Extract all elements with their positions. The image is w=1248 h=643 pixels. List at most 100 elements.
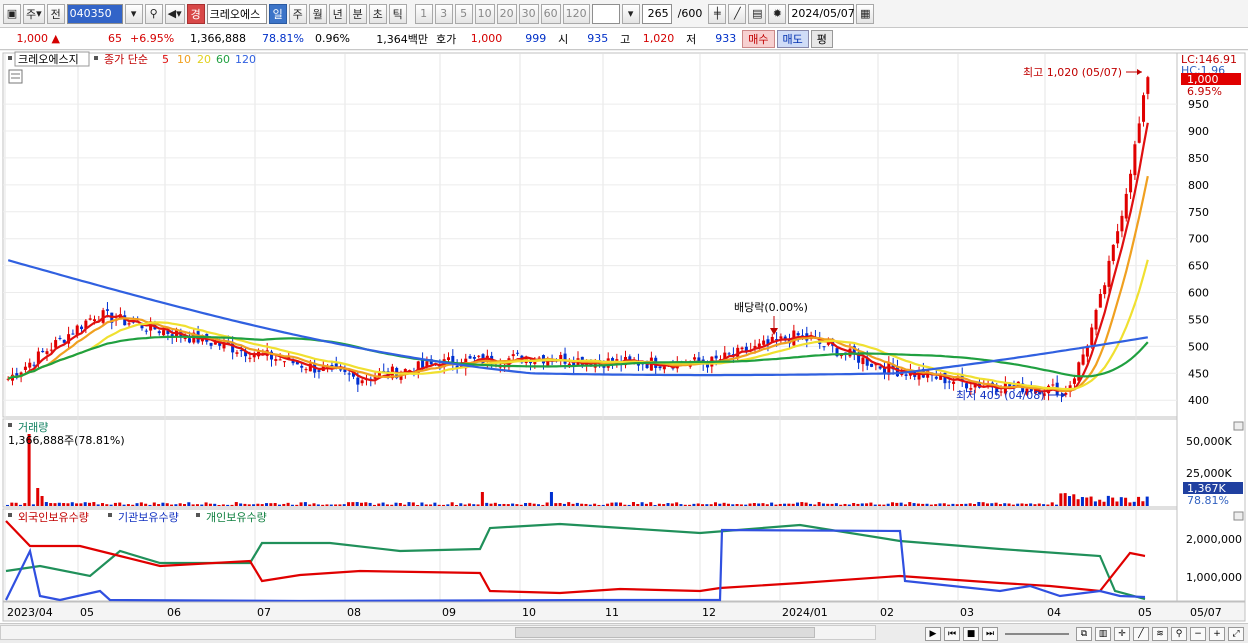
period-day-tab[interactable]: 일 (268, 3, 287, 24)
panel-handle-icon[interactable] (8, 56, 12, 60)
chart-area[interactable]: 크레오에스지 종가 단순 5 10 20 60 120 950 900 850 800… (0, 51, 1248, 623)
volume-bar (1024, 503, 1028, 506)
search-icon[interactable]: ⚲ (144, 3, 163, 24)
zoom-in-icon[interactable]: + (1209, 626, 1225, 641)
count-input[interactable]: 265 (641, 3, 672, 24)
crosshair-icon[interactable]: ✛ (1114, 626, 1130, 641)
volume-bar (571, 503, 575, 506)
custom-interval-input[interactable] (591, 3, 620, 24)
volume-bar (679, 504, 683, 506)
holding-panel-handle-icon[interactable] (8, 513, 12, 517)
volume-panel-close-icon[interactable] (1233, 421, 1244, 431)
code-dropdown-icon[interactable]: ▾ (124, 3, 143, 24)
type-select[interactable]: 주 ▾ (23, 3, 45, 24)
zoom-slider[interactable] (1005, 632, 1069, 635)
zoom-out-icon[interactable]: − (1190, 626, 1206, 641)
layout-icon[interactable]: ▥ (1095, 626, 1111, 641)
volume-bar (524, 502, 528, 506)
stock-code-input[interactable]: 040350 (66, 3, 123, 24)
fib-icon[interactable]: ≋ (1152, 626, 1168, 641)
candle-body (1116, 231, 1120, 244)
multiplier-5[interactable]: 5 (454, 3, 473, 24)
candle-body (822, 346, 826, 348)
candle-body (628, 356, 632, 360)
volume-bar (161, 502, 165, 506)
period-week-tab[interactable]: 주 (288, 3, 307, 24)
volume-bar (675, 502, 679, 506)
scroll-right-icon[interactable]: ▶ (925, 626, 941, 641)
candle-body (1137, 123, 1141, 143)
calculator-icon[interactable] (8, 69, 23, 84)
scroll-thumb[interactable] (515, 627, 815, 638)
volume-bar (1072, 494, 1076, 506)
candle-body (740, 347, 744, 350)
sell-button[interactable]: 매도 (776, 29, 809, 48)
volume-bar (148, 504, 152, 506)
candle-body (1103, 285, 1107, 295)
volume-bar (662, 504, 666, 506)
candle-body (779, 336, 783, 339)
prev-button[interactable]: 전 (46, 3, 65, 24)
chart-scrollbar[interactable] (0, 625, 876, 640)
draw-line-icon[interactable]: ╱ (728, 3, 747, 24)
candle-body (1120, 215, 1124, 232)
calendar-icon[interactable]: ▦ (856, 3, 875, 24)
trend-icon[interactable]: ╱ (1133, 626, 1149, 641)
main-toolbar: ▣ 주 ▾ 전 040350 ▾ ⚲ ◀▾ 경 크레오에스 일 주 월 년 분 초… (0, 0, 1248, 28)
jump-start-icon[interactable]: ⏮ (944, 626, 960, 641)
expand-icon[interactable]: ⤢ (1228, 626, 1244, 641)
open-label: 시 (558, 32, 569, 46)
volume-panel-handle-icon[interactable] (8, 423, 12, 427)
volume-bar (178, 503, 182, 506)
date-input[interactable]: 2024/05/07 (788, 3, 855, 24)
multiplier-10[interactable]: 10 (474, 3, 495, 24)
volume-bar (960, 503, 964, 506)
volume-bar (83, 502, 87, 506)
save-icon[interactable]: ▤ (748, 3, 767, 24)
volume-bar (1124, 497, 1128, 506)
volume-bar (701, 504, 705, 506)
period-minute-tab[interactable]: 분 (348, 3, 367, 24)
multiplier-60[interactable]: 60 (540, 3, 561, 24)
jump-end-icon[interactable]: ⏭ (982, 626, 998, 641)
volume-bar (808, 503, 812, 506)
candle-body (162, 330, 166, 336)
multiplier-120[interactable]: 120 (562, 3, 590, 24)
window-icon[interactable]: ▣ (3, 3, 21, 24)
volume-bar (338, 504, 342, 506)
quote-bar: 1,000 ▲ 65 +6.95% 1,366,888 78.81% 0.96%… (0, 28, 1248, 50)
multiplier-3[interactable]: 3 (434, 3, 453, 24)
period-second-tab[interactable]: 초 (368, 3, 387, 24)
volume-value-label: 1,366,888주(78.81%) (8, 434, 125, 447)
holding-panel-close-icon[interactable] (1233, 511, 1244, 521)
eval-button[interactable]: 평 (810, 29, 833, 48)
volume-bar (282, 503, 286, 506)
volume-bar (144, 503, 148, 506)
interval-dropdown-icon[interactable]: ▾ (621, 3, 640, 24)
x-label-4: 08 (347, 606, 361, 619)
period-year-tab[interactable]: 년 (328, 3, 347, 24)
magnify-icon[interactable]: ⚲ (1171, 626, 1187, 641)
copy-icon[interactable]: ⧉ (1076, 626, 1092, 641)
gear-icon[interactable]: ✹ (768, 3, 787, 24)
volume-bar (666, 503, 670, 506)
ma20-legend: 20 (197, 53, 211, 66)
price-tick-4: 750 (1188, 206, 1209, 219)
multiplier-1[interactable]: 1 (414, 3, 433, 24)
candle-body (235, 352, 239, 354)
period-month-tab[interactable]: 월 (308, 3, 327, 24)
volume-bar (942, 503, 946, 506)
multiplier-20[interactable]: 20 (496, 3, 517, 24)
volume-bar (321, 504, 325, 506)
speaker-icon[interactable]: ◀▾ (164, 3, 185, 24)
stock-chart-svg[interactable]: 크레오에스지 종가 단순 5 10 20 60 120 950 900 850 800… (0, 51, 1248, 623)
stop-icon[interactable]: ■ (963, 626, 979, 641)
volume-bar (1007, 503, 1011, 506)
period-tick-tab[interactable]: 틱 (388, 3, 407, 24)
candle-body (904, 374, 908, 376)
buy-button[interactable]: 매수 (742, 29, 775, 48)
candle-icon[interactable]: ╪ (708, 3, 727, 24)
candle-body (796, 333, 800, 336)
multiplier-30[interactable]: 30 (518, 3, 539, 24)
volume-bar (998, 504, 1002, 506)
